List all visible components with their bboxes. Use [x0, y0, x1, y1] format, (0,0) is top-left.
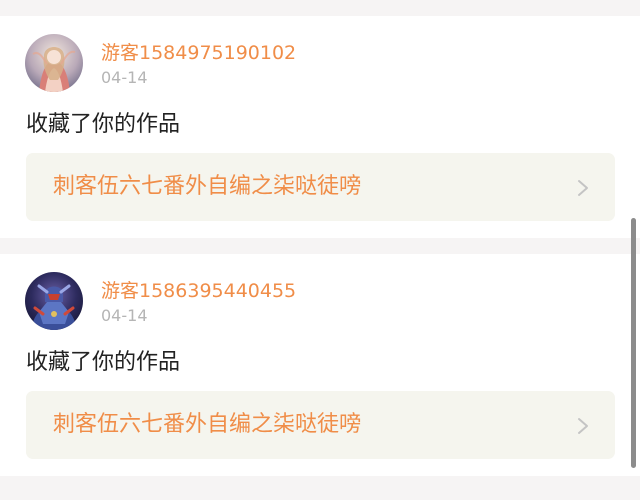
activity-feed: 游客1584975190102 04-14 收藏了你的作品 刺客伍六七番外自编之… [0, 16, 640, 476]
anime-girl-avatar-icon[interactable] [25, 34, 83, 92]
work-title: 刺客伍六七番外自编之柒哒徒嗙 [53, 174, 362, 199]
armored-hero-avatar-icon[interactable] [25, 272, 83, 330]
activity-text: 收藏了你的作品 [26, 112, 181, 137]
activity-card: 游客1586395440455 04-14 收藏了你的作品 刺客伍六七番外自编之… [0, 254, 640, 476]
activity-feed-screen: 游客1584975190102 04-14 收藏了你的作品 刺客伍六七番外自编之… [0, 0, 640, 500]
activity-date: 04-14 [101, 68, 148, 87]
scrollbar-thumb[interactable] [631, 218, 636, 468]
username[interactable]: 游客1586395440455 [101, 280, 296, 302]
chevron-right-icon [576, 179, 590, 197]
chevron-right-icon [576, 417, 590, 435]
work-link-card[interactable]: 刺客伍六七番外自编之柒哒徒嗙 [26, 391, 615, 459]
activity-card: 游客1584975190102 04-14 收藏了你的作品 刺客伍六七番外自编之… [0, 16, 640, 238]
username[interactable]: 游客1584975190102 [101, 42, 296, 64]
work-title: 刺客伍六七番外自编之柒哒徒嗙 [53, 412, 362, 437]
activity-date: 04-14 [101, 306, 148, 325]
work-link-card[interactable]: 刺客伍六七番外自编之柒哒徒嗙 [26, 153, 615, 221]
activity-text: 收藏了你的作品 [26, 350, 181, 375]
